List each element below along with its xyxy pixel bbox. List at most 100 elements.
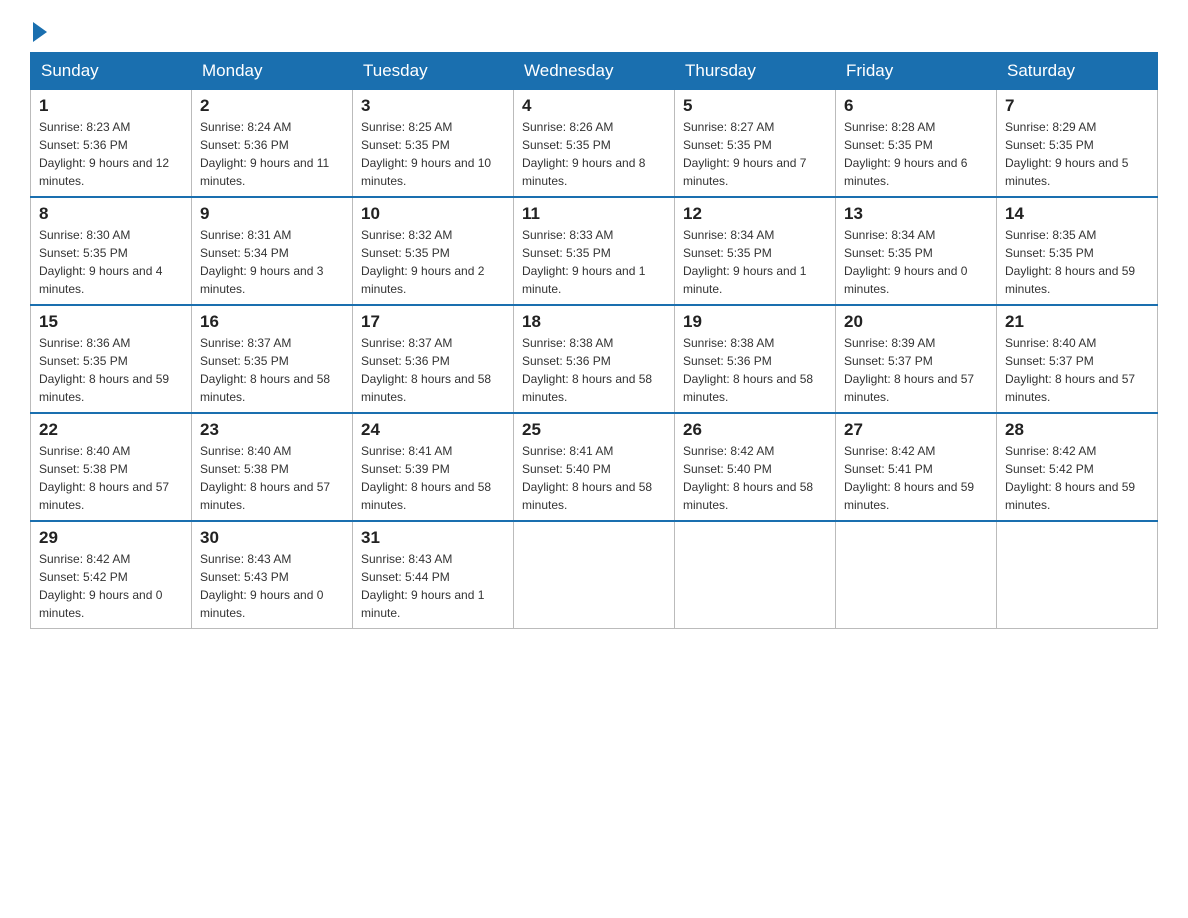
- day-number-17: 17: [361, 312, 505, 332]
- day-cell-18: 18Sunrise: 8:38 AMSunset: 5:36 PMDayligh…: [514, 305, 675, 413]
- day-info-2: Sunrise: 8:24 AMSunset: 5:36 PMDaylight:…: [200, 118, 344, 190]
- day-info-28: Sunrise: 8:42 AMSunset: 5:42 PMDaylight:…: [1005, 442, 1149, 514]
- day-number-9: 9: [200, 204, 344, 224]
- day-info-25: Sunrise: 8:41 AMSunset: 5:40 PMDaylight:…: [522, 442, 666, 514]
- page-header: [30, 20, 1158, 42]
- day-number-5: 5: [683, 96, 827, 116]
- day-cell-16: 16Sunrise: 8:37 AMSunset: 5:35 PMDayligh…: [192, 305, 353, 413]
- day-info-6: Sunrise: 8:28 AMSunset: 5:35 PMDaylight:…: [844, 118, 988, 190]
- day-cell-21: 21Sunrise: 8:40 AMSunset: 5:37 PMDayligh…: [997, 305, 1158, 413]
- day-number-21: 21: [1005, 312, 1149, 332]
- day-cell-20: 20Sunrise: 8:39 AMSunset: 5:37 PMDayligh…: [836, 305, 997, 413]
- day-number-16: 16: [200, 312, 344, 332]
- day-number-24: 24: [361, 420, 505, 440]
- day-number-7: 7: [1005, 96, 1149, 116]
- week-row-3: 15Sunrise: 8:36 AMSunset: 5:35 PMDayligh…: [31, 305, 1158, 413]
- week-row-1: 1Sunrise: 8:23 AMSunset: 5:36 PMDaylight…: [31, 90, 1158, 198]
- day-number-6: 6: [844, 96, 988, 116]
- day-number-26: 26: [683, 420, 827, 440]
- day-info-3: Sunrise: 8:25 AMSunset: 5:35 PMDaylight:…: [361, 118, 505, 190]
- day-cell-26: 26Sunrise: 8:42 AMSunset: 5:40 PMDayligh…: [675, 413, 836, 521]
- header-wednesday: Wednesday: [514, 53, 675, 90]
- day-cell-5: 5Sunrise: 8:27 AMSunset: 5:35 PMDaylight…: [675, 90, 836, 198]
- day-info-29: Sunrise: 8:42 AMSunset: 5:42 PMDaylight:…: [39, 550, 183, 622]
- day-cell-3: 3Sunrise: 8:25 AMSunset: 5:35 PMDaylight…: [353, 90, 514, 198]
- day-cell-19: 19Sunrise: 8:38 AMSunset: 5:36 PMDayligh…: [675, 305, 836, 413]
- day-cell-29: 29Sunrise: 8:42 AMSunset: 5:42 PMDayligh…: [31, 521, 192, 629]
- day-info-11: Sunrise: 8:33 AMSunset: 5:35 PMDaylight:…: [522, 226, 666, 298]
- day-number-4: 4: [522, 96, 666, 116]
- day-info-16: Sunrise: 8:37 AMSunset: 5:35 PMDaylight:…: [200, 334, 344, 406]
- day-cell-27: 27Sunrise: 8:42 AMSunset: 5:41 PMDayligh…: [836, 413, 997, 521]
- day-number-25: 25: [522, 420, 666, 440]
- day-cell-14: 14Sunrise: 8:35 AMSunset: 5:35 PMDayligh…: [997, 197, 1158, 305]
- day-number-12: 12: [683, 204, 827, 224]
- day-number-13: 13: [844, 204, 988, 224]
- day-info-1: Sunrise: 8:23 AMSunset: 5:36 PMDaylight:…: [39, 118, 183, 190]
- day-info-17: Sunrise: 8:37 AMSunset: 5:36 PMDaylight:…: [361, 334, 505, 406]
- day-number-29: 29: [39, 528, 183, 548]
- day-cell-15: 15Sunrise: 8:36 AMSunset: 5:35 PMDayligh…: [31, 305, 192, 413]
- day-cell-11: 11Sunrise: 8:33 AMSunset: 5:35 PMDayligh…: [514, 197, 675, 305]
- day-cell-30: 30Sunrise: 8:43 AMSunset: 5:43 PMDayligh…: [192, 521, 353, 629]
- day-cell-28: 28Sunrise: 8:42 AMSunset: 5:42 PMDayligh…: [997, 413, 1158, 521]
- calendar-table: SundayMondayTuesdayWednesdayThursdayFrid…: [30, 52, 1158, 629]
- day-info-18: Sunrise: 8:38 AMSunset: 5:36 PMDaylight:…: [522, 334, 666, 406]
- day-number-11: 11: [522, 204, 666, 224]
- day-cell-8: 8Sunrise: 8:30 AMSunset: 5:35 PMDaylight…: [31, 197, 192, 305]
- day-number-27: 27: [844, 420, 988, 440]
- empty-cell-w4-d5: [836, 521, 997, 629]
- day-cell-24: 24Sunrise: 8:41 AMSunset: 5:39 PMDayligh…: [353, 413, 514, 521]
- week-row-2: 8Sunrise: 8:30 AMSunset: 5:35 PMDaylight…: [31, 197, 1158, 305]
- day-number-3: 3: [361, 96, 505, 116]
- day-info-13: Sunrise: 8:34 AMSunset: 5:35 PMDaylight:…: [844, 226, 988, 298]
- day-number-18: 18: [522, 312, 666, 332]
- day-number-20: 20: [844, 312, 988, 332]
- day-cell-13: 13Sunrise: 8:34 AMSunset: 5:35 PMDayligh…: [836, 197, 997, 305]
- day-cell-7: 7Sunrise: 8:29 AMSunset: 5:35 PMDaylight…: [997, 90, 1158, 198]
- day-number-8: 8: [39, 204, 183, 224]
- empty-cell-w4-d4: [675, 521, 836, 629]
- header-thursday: Thursday: [675, 53, 836, 90]
- day-cell-6: 6Sunrise: 8:28 AMSunset: 5:35 PMDaylight…: [836, 90, 997, 198]
- day-info-26: Sunrise: 8:42 AMSunset: 5:40 PMDaylight:…: [683, 442, 827, 514]
- header-tuesday: Tuesday: [353, 53, 514, 90]
- day-number-30: 30: [200, 528, 344, 548]
- header-friday: Friday: [836, 53, 997, 90]
- day-number-19: 19: [683, 312, 827, 332]
- day-number-1: 1: [39, 96, 183, 116]
- day-number-23: 23: [200, 420, 344, 440]
- weekday-header-row: SundayMondayTuesdayWednesdayThursdayFrid…: [31, 53, 1158, 90]
- day-number-22: 22: [39, 420, 183, 440]
- day-cell-12: 12Sunrise: 8:34 AMSunset: 5:35 PMDayligh…: [675, 197, 836, 305]
- day-cell-9: 9Sunrise: 8:31 AMSunset: 5:34 PMDaylight…: [192, 197, 353, 305]
- logo-arrow-icon: [33, 22, 47, 42]
- week-row-4: 22Sunrise: 8:40 AMSunset: 5:38 PMDayligh…: [31, 413, 1158, 521]
- day-info-15: Sunrise: 8:36 AMSunset: 5:35 PMDaylight:…: [39, 334, 183, 406]
- day-info-30: Sunrise: 8:43 AMSunset: 5:43 PMDaylight:…: [200, 550, 344, 622]
- day-info-21: Sunrise: 8:40 AMSunset: 5:37 PMDaylight:…: [1005, 334, 1149, 406]
- empty-cell-w4-d6: [997, 521, 1158, 629]
- day-info-8: Sunrise: 8:30 AMSunset: 5:35 PMDaylight:…: [39, 226, 183, 298]
- day-number-31: 31: [361, 528, 505, 548]
- day-cell-31: 31Sunrise: 8:43 AMSunset: 5:44 PMDayligh…: [353, 521, 514, 629]
- day-number-15: 15: [39, 312, 183, 332]
- day-cell-22: 22Sunrise: 8:40 AMSunset: 5:38 PMDayligh…: [31, 413, 192, 521]
- day-number-14: 14: [1005, 204, 1149, 224]
- week-row-5: 29Sunrise: 8:42 AMSunset: 5:42 PMDayligh…: [31, 521, 1158, 629]
- day-number-2: 2: [200, 96, 344, 116]
- day-info-10: Sunrise: 8:32 AMSunset: 5:35 PMDaylight:…: [361, 226, 505, 298]
- day-info-4: Sunrise: 8:26 AMSunset: 5:35 PMDaylight:…: [522, 118, 666, 190]
- day-info-23: Sunrise: 8:40 AMSunset: 5:38 PMDaylight:…: [200, 442, 344, 514]
- day-info-20: Sunrise: 8:39 AMSunset: 5:37 PMDaylight:…: [844, 334, 988, 406]
- day-info-27: Sunrise: 8:42 AMSunset: 5:41 PMDaylight:…: [844, 442, 988, 514]
- day-info-22: Sunrise: 8:40 AMSunset: 5:38 PMDaylight:…: [39, 442, 183, 514]
- day-info-19: Sunrise: 8:38 AMSunset: 5:36 PMDaylight:…: [683, 334, 827, 406]
- day-info-5: Sunrise: 8:27 AMSunset: 5:35 PMDaylight:…: [683, 118, 827, 190]
- day-cell-10: 10Sunrise: 8:32 AMSunset: 5:35 PMDayligh…: [353, 197, 514, 305]
- day-cell-2: 2Sunrise: 8:24 AMSunset: 5:36 PMDaylight…: [192, 90, 353, 198]
- day-info-12: Sunrise: 8:34 AMSunset: 5:35 PMDaylight:…: [683, 226, 827, 298]
- day-cell-23: 23Sunrise: 8:40 AMSunset: 5:38 PMDayligh…: [192, 413, 353, 521]
- day-cell-25: 25Sunrise: 8:41 AMSunset: 5:40 PMDayligh…: [514, 413, 675, 521]
- day-cell-1: 1Sunrise: 8:23 AMSunset: 5:36 PMDaylight…: [31, 90, 192, 198]
